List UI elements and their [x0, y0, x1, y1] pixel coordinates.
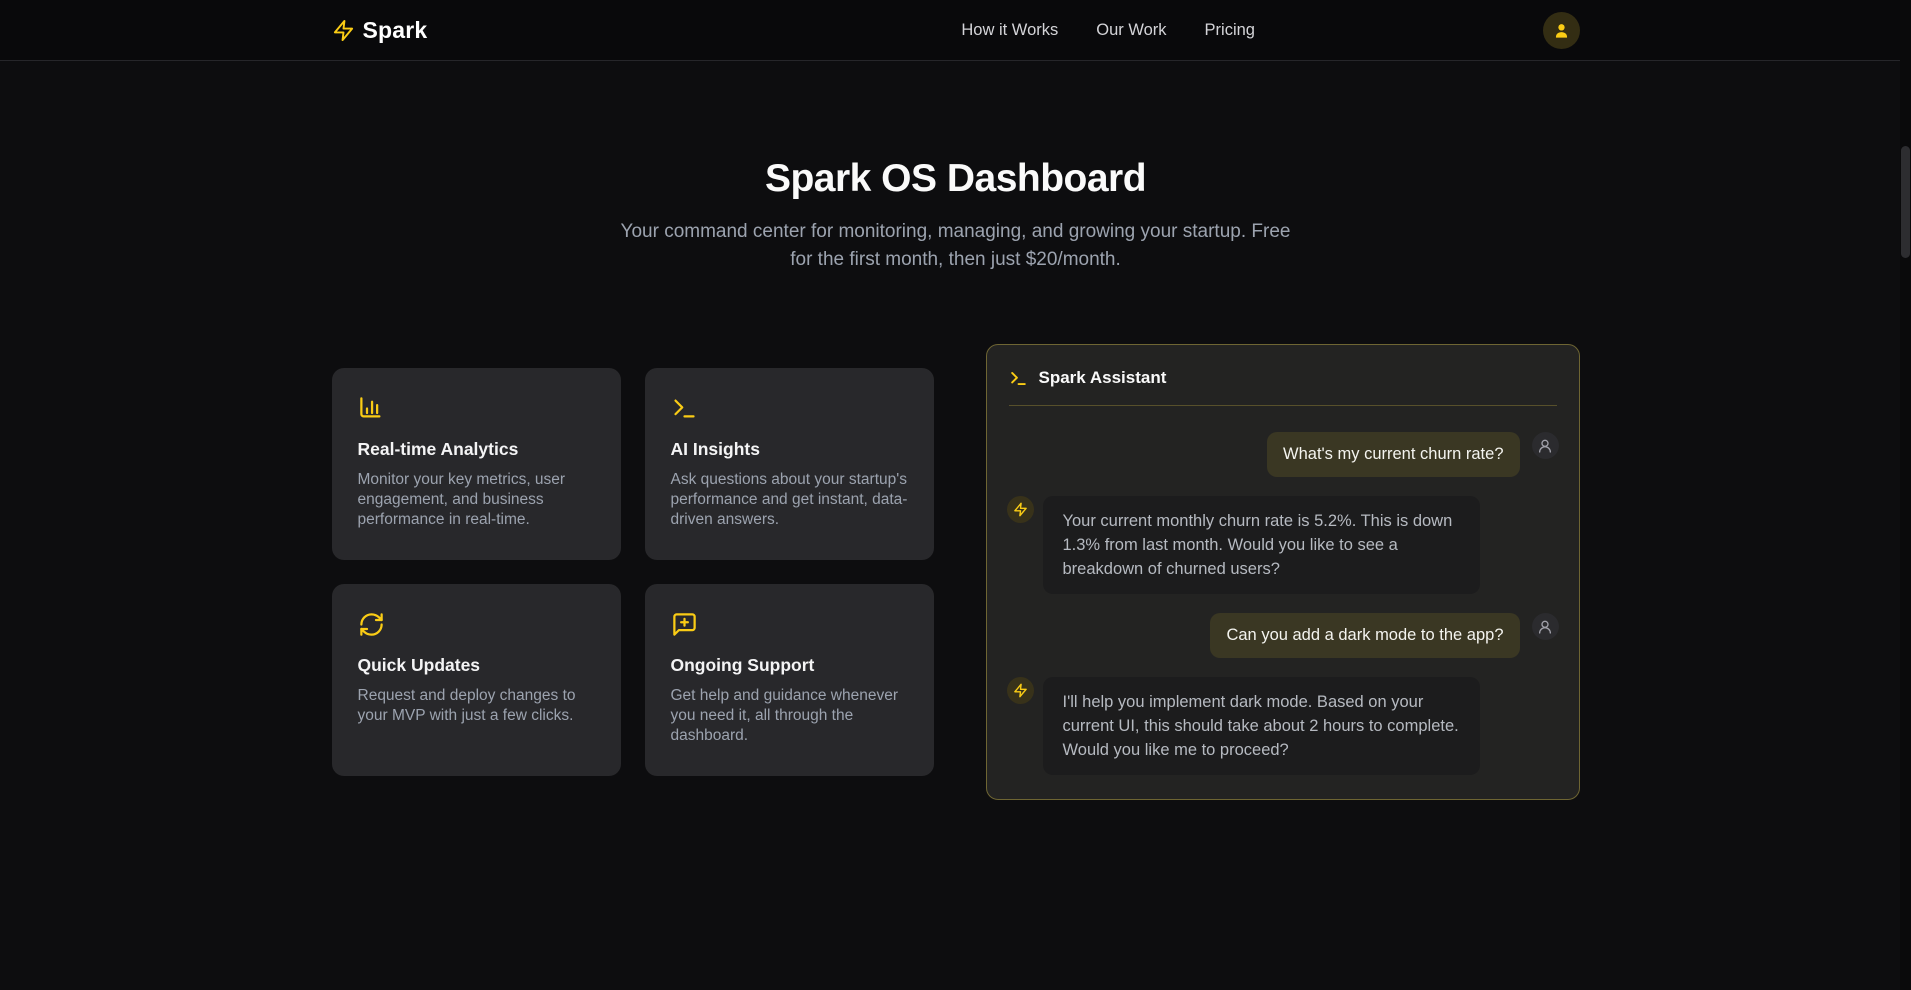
user-message-bubble: Can you add a dark mode to the app? — [1210, 613, 1519, 658]
chat-message-assistant: I'll help you implement dark mode. Based… — [1007, 677, 1559, 775]
user-icon — [1537, 438, 1553, 454]
chat-panel-title: Spark Assistant — [1039, 368, 1167, 388]
nav-links: How it Works Our Work Pricing — [961, 21, 1255, 40]
chat-message-user: Can you add a dark mode to the app? — [1007, 613, 1559, 658]
main-content: Real-time Analytics Monitor your key met… — [332, 344, 1580, 800]
chat-divider — [1009, 405, 1557, 406]
nav-link-pricing[interactable]: Pricing — [1205, 21, 1255, 40]
message-square-plus-icon — [671, 611, 908, 638]
page-title: Spark OS Dashboard — [0, 157, 1911, 201]
feature-title: Real-time Analytics — [358, 439, 595, 460]
page-subtitle: Your command center for monitoring, mana… — [616, 218, 1296, 274]
brand-logo[interactable]: Spark — [332, 17, 428, 44]
feature-grid: Real-time Analytics Monitor your key met… — [332, 368, 934, 776]
feature-title: Ongoing Support — [671, 655, 908, 676]
user-message-bubble: What's my current churn rate? — [1267, 432, 1519, 477]
feature-card-quick-updates: Quick Updates Request and deploy changes… — [332, 584, 621, 776]
feature-description: Request and deploy changes to your MVP w… — [358, 686, 595, 726]
spark-assistant-panel: Spark Assistant What's my current churn … — [986, 344, 1580, 800]
terminal-icon — [1009, 369, 1028, 388]
chat-message-assistant: Your current monthly churn rate is 5.2%.… — [1007, 496, 1559, 594]
user-avatar — [1532, 613, 1559, 640]
nav-link-our-work[interactable]: Our Work — [1096, 21, 1166, 40]
feature-description: Monitor your key metrics, user engagemen… — [358, 470, 595, 530]
scrollbar-thumb[interactable] — [1901, 146, 1910, 258]
assistant-message-bubble: I'll help you implement dark mode. Based… — [1043, 677, 1480, 775]
chat-header: Spark Assistant — [1007, 366, 1559, 405]
chat-message-user: What's my current churn rate? — [1007, 432, 1559, 477]
user-icon — [1552, 21, 1571, 40]
zap-icon — [332, 19, 355, 42]
user-avatar — [1532, 432, 1559, 459]
nav-link-how-it-works[interactable]: How it Works — [961, 21, 1058, 40]
feature-card-ongoing-support: Ongoing Support Get help and guidance wh… — [645, 584, 934, 776]
navbar: Spark How it Works Our Work Pricing — [0, 0, 1911, 61]
assistant-avatar — [1007, 496, 1034, 523]
chat-messages: What's my current churn rate? Your curre… — [1007, 432, 1559, 775]
feature-title: AI Insights — [671, 439, 908, 460]
refresh-icon — [358, 611, 595, 638]
user-avatar-button[interactable] — [1543, 12, 1580, 49]
feature-title: Quick Updates — [358, 655, 595, 676]
feature-description: Get help and guidance whenever you need … — [671, 686, 908, 746]
assistant-avatar — [1007, 677, 1034, 704]
terminal-icon — [671, 395, 908, 422]
zap-icon — [1013, 683, 1028, 698]
feature-description: Ask questions about your startup's perfo… — [671, 470, 908, 530]
hero-section: Spark OS Dashboard Your command center f… — [0, 61, 1911, 274]
brand-name: Spark — [363, 17, 428, 44]
feature-card-ai-insights: AI Insights Ask questions about your sta… — [645, 368, 934, 560]
bar-chart-icon — [358, 395, 595, 422]
assistant-message-bubble: Your current monthly churn rate is 5.2%.… — [1043, 496, 1480, 594]
feature-card-realtime-analytics: Real-time Analytics Monitor your key met… — [332, 368, 621, 560]
user-icon — [1537, 619, 1553, 635]
zap-icon — [1013, 502, 1028, 517]
